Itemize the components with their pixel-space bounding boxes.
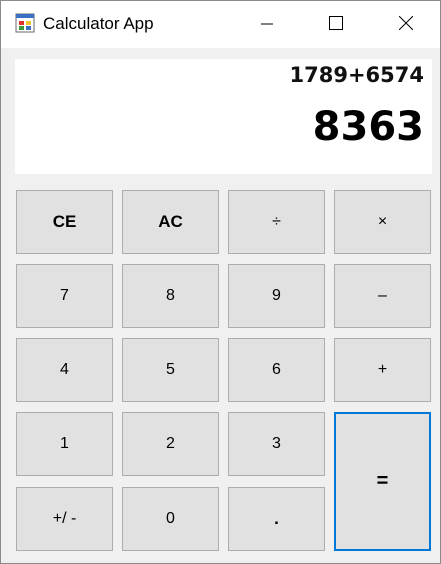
result-text: 8363 <box>312 104 424 150</box>
digit-1-button[interactable]: 1 <box>16 412 113 476</box>
digit-6-button[interactable]: 6 <box>228 338 325 402</box>
calculator-display: 1789+6574 8363 <box>15 59 432 174</box>
title-bar[interactable]: Calculator App <box>1 1 440 48</box>
windows-form-icon <box>15 13 35 33</box>
negate-button[interactable]: +/ - <box>16 487 113 551</box>
expression-text: 1789+6574 <box>289 63 425 87</box>
close-icon <box>398 15 414 34</box>
divide-button[interactable]: ÷ <box>228 190 325 254</box>
digit-2-button[interactable]: 2 <box>122 412 219 476</box>
window-title: Calculator App <box>43 14 154 33</box>
multiply-button[interactable]: × <box>334 190 431 254</box>
subtract-button[interactable]: – <box>334 264 431 328</box>
digit-7-button[interactable]: 7 <box>16 264 113 328</box>
decimal-point-button[interactable]: . <box>228 487 325 551</box>
digit-8-button[interactable]: 8 <box>122 264 219 328</box>
close-button[interactable] <box>376 1 436 48</box>
clear-entry-button[interactable]: CE <box>16 190 113 254</box>
calculator-window: Calculator App 1789+6574 8363 CE AC ÷ × … <box>0 0 441 564</box>
digit-0-button[interactable]: 0 <box>122 487 219 551</box>
maximize-button[interactable] <box>306 1 366 48</box>
digit-9-button[interactable]: 9 <box>228 264 325 328</box>
digit-4-button[interactable]: 4 <box>16 338 113 402</box>
digit-3-button[interactable]: 3 <box>228 412 325 476</box>
add-button[interactable]: + <box>334 338 431 402</box>
minimize-button[interactable] <box>237 1 297 48</box>
all-clear-button[interactable]: AC <box>122 190 219 254</box>
digit-5-button[interactable]: 5 <box>122 338 219 402</box>
equals-button[interactable]: = <box>334 412 431 551</box>
minimize-icon <box>261 15 273 34</box>
maximize-icon <box>329 15 343 34</box>
